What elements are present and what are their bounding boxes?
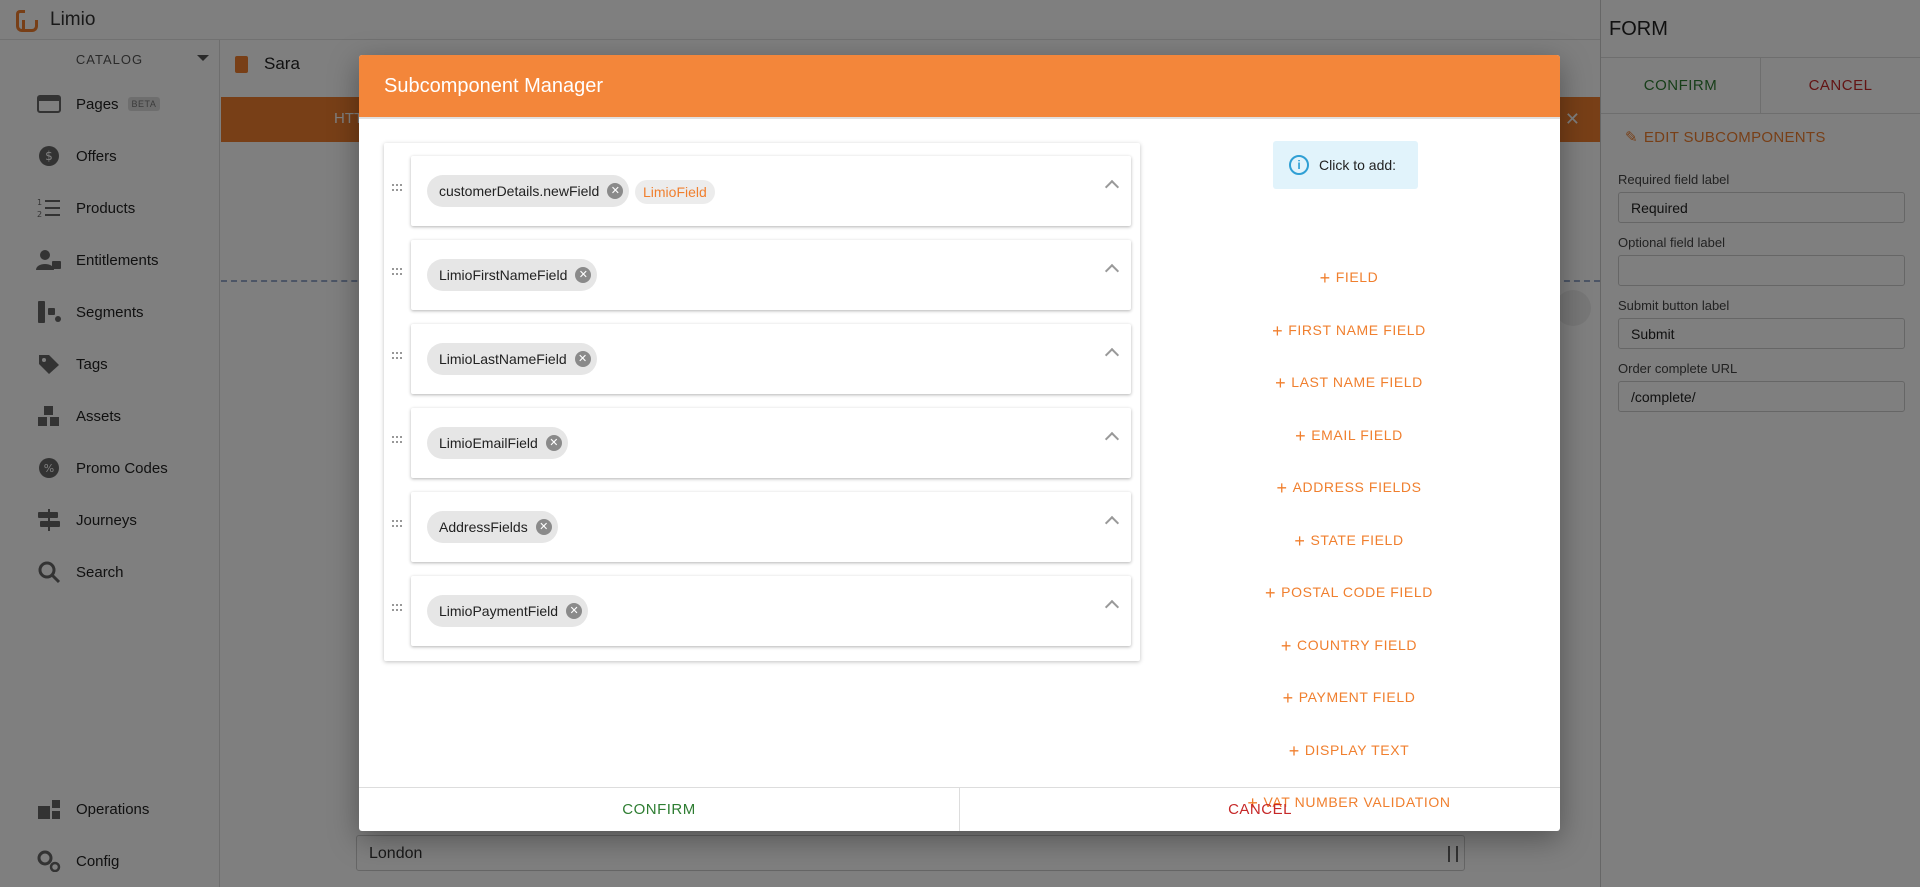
add-first-name-field-button[interactable]: + FIRST NAME FIELD [1149,321,1549,342]
add-option-label: PAYMENT FIELD [1298,689,1416,705]
chip-label: AddressFields [439,519,528,535]
chip-label: LimioLastNameField [439,351,567,367]
subcomponent-row: LimioLastNameField ✕ [384,324,1140,394]
add-payment-field-button[interactable]: + PAYMENT FIELD [1149,688,1549,709]
add-state-field-button[interactable]: + STATE FIELD [1149,531,1549,552]
add-last-name-field-button[interactable]: + LAST NAME FIELD [1149,373,1549,394]
add-option-label: EMAIL FIELD [1311,427,1403,443]
drag-handle-icon[interactable] [392,184,404,192]
add-option-label: DISPLAY TEXT [1304,742,1410,758]
add-display-text-button[interactable]: + DISPLAY TEXT [1149,741,1549,762]
remove-icon[interactable]: ✕ [535,519,552,535]
chevron-up-icon[interactable] [1104,599,1120,615]
plus-icon: + [1294,531,1306,551]
subcomponent-row: customerDetails.newField ✕ LimioField [384,156,1140,226]
add-field-button[interactable]: + FIELD [1149,268,1549,289]
chevron-up-icon[interactable] [1104,179,1120,195]
plus-icon: + [1288,741,1300,761]
remove-icon[interactable]: ✕ [575,267,592,283]
add-option-label: FIELD [1335,269,1379,285]
add-email-field-button[interactable]: + EMAIL FIELD [1149,426,1549,447]
dialog-confirm-button[interactable]: CONFIRM [359,788,960,831]
plus-icon: + [1272,321,1284,341]
plus-icon: + [1265,583,1277,603]
subcomponent-card[interactable]: AddressFields ✕ [411,492,1131,562]
chip-label: LimioPaymentField [439,603,559,619]
chevron-up-icon[interactable] [1104,431,1120,447]
dialog-header: Subcomponent Manager [359,55,1560,119]
subcomponent-list: customerDetails.newField ✕ LimioField Lim… [384,143,1140,661]
subcomponent-manager-dialog: Subcomponent Manager customerDetails.new… [359,55,1560,831]
chevron-up-icon[interactable] [1104,347,1120,363]
subcomponent-chip: customerDetails.newField ✕ [427,175,630,207]
drag-handle-icon[interactable] [392,436,404,444]
plus-icon: + [1295,426,1307,446]
subcomponent-chip: LimioFirstNameField ✕ [427,259,598,291]
info-icon: i [1289,155,1309,175]
plus-icon: + [1280,636,1293,656]
subcomponent-card[interactable]: LimioFirstNameField ✕ [411,240,1131,310]
chevron-up-icon[interactable] [1104,515,1120,531]
chip-label: customerDetails.newField [439,183,600,199]
chip-label: LimioEmailField [439,435,538,451]
subcomponent-row: LimioFirstNameField ✕ [384,240,1140,310]
dialog-cancel-button[interactable]: CANCEL [960,788,1560,831]
add-option-label: STATE FIELD [1310,532,1404,548]
subcomponent-chip: LimioEmailField ✕ [427,427,568,459]
plus-icon: + [1282,688,1294,708]
add-option-label: COUNTRY FIELD [1297,637,1418,653]
remove-icon[interactable]: ✕ [566,603,583,619]
subcomponent-chip: AddressFields ✕ [427,511,558,543]
plus-icon: + [1276,478,1288,498]
add-address-fields-button[interactable]: + ADDRESS FIELDS [1149,478,1549,499]
subcomponent-chip: LimioLastNameField ✕ [427,343,597,375]
subcomponent-chip: LimioPaymentField ✕ [427,595,589,627]
subcomponent-card[interactable]: LimioEmailField ✕ [411,408,1131,478]
drag-handle-icon[interactable] [392,268,404,276]
subcomponent-card[interactable]: LimioLastNameField ✕ [411,324,1131,394]
add-option-label: ADDRESS FIELDS [1292,479,1422,495]
add-option-label: LAST NAME FIELD [1291,374,1423,390]
drag-handle-icon[interactable] [392,520,404,528]
chip-label: LimioFirstNameField [439,267,568,283]
add-postal-code-field-button[interactable]: + POSTAL CODE FIELD [1149,583,1549,604]
chevron-up-icon[interactable] [1104,263,1120,279]
add-option-label: FIRST NAME FIELD [1288,322,1426,338]
subcomponent-row: AddressFields ✕ [384,492,1140,562]
plus-icon: + [1275,373,1287,393]
remove-icon[interactable]: ✕ [545,435,562,451]
add-option-label: POSTAL CODE FIELD [1281,584,1433,600]
drag-handle-icon[interactable] [392,352,404,360]
add-country-field-button[interactable]: + COUNTRY FIELD [1149,636,1549,657]
click-to-add-label: Click to add: [1319,157,1397,173]
subcomponent-row: LimioEmailField ✕ [384,408,1140,478]
subcomponent-card[interactable]: customerDetails.newField ✕ LimioField [411,156,1131,226]
remove-icon[interactable]: ✕ [574,351,591,367]
dialog-title: Subcomponent Manager [384,74,604,97]
subcomponent-card[interactable]: LimioPaymentField ✕ [411,576,1131,646]
plus-icon: + [1319,268,1331,288]
dialog-footer: CONFIRM CANCEL [359,787,1560,831]
remove-icon[interactable]: ✕ [607,183,624,199]
drag-handle-icon[interactable] [392,604,404,612]
click-to-add-info: i Click to add: [1273,141,1418,189]
subcomponent-row: LimioPaymentField ✕ [384,576,1140,646]
type-tag: LimioField [635,180,715,204]
